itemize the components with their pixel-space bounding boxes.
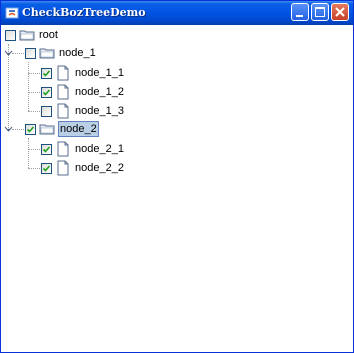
node-1-3-checkbox[interactable] [41, 105, 52, 117]
node-1-1-checkbox[interactable] [41, 67, 52, 79]
tree-node-node-2-1[interactable]: node_2_1 [41, 140, 125, 158]
folder-icon [19, 30, 35, 41]
maximize-icon [315, 7, 325, 17]
node-2-label: node_2 [58, 121, 99, 137]
tree-node-node-1-3[interactable]: node_1_3 [41, 102, 125, 120]
folder-icon [39, 124, 55, 135]
check-mark-icon [42, 69, 51, 77]
tree-line [28, 111, 40, 112]
file-icon [57, 84, 69, 100]
expand-handle-icon[interactable] [4, 49, 13, 58]
java-app-icon [5, 7, 19, 19]
node-2-1-label: node_2_1 [75, 143, 124, 155]
root-label: root [39, 29, 58, 41]
folder-icon [39, 48, 55, 59]
title-bar[interactable]: CheckBozTreeDemo [1, 1, 353, 25]
node-2-checkbox[interactable] [25, 123, 36, 135]
tree-line [12, 53, 24, 54]
tree-line [28, 73, 40, 74]
tree-node-root[interactable]: root [5, 26, 59, 44]
tree-node-node-1-2[interactable]: node_1_2 [41, 83, 125, 101]
node-1-2-label: node_1_2 [75, 86, 124, 98]
file-icon [57, 160, 69, 176]
close-button[interactable] [331, 3, 349, 21]
tree-line [28, 92, 40, 93]
check-mark-icon [26, 125, 35, 133]
file-icon [57, 103, 69, 119]
maximize-button[interactable] [311, 3, 329, 21]
app-window: CheckBozTreeDemo root node_1 node_1_1 no… [0, 0, 354, 353]
check-mark-icon [42, 145, 51, 153]
tree-line [28, 149, 40, 150]
check-mark-icon [42, 88, 51, 96]
window-title: CheckBozTreeDemo [22, 6, 146, 19]
tree-node-node-2-2[interactable]: node_2_2 [41, 159, 125, 177]
close-icon [335, 7, 345, 17]
node-1-1-label: node_1_1 [75, 67, 124, 79]
tree-node-node-1[interactable]: node_1 [25, 44, 97, 62]
tree-panel: root node_1 node_1_1 node_1_2 node_1_3 n… [4, 26, 350, 349]
root-checkbox[interactable] [5, 29, 16, 41]
check-mark-icon [42, 164, 51, 172]
file-icon [57, 141, 69, 157]
tree-node-node-2[interactable]: node_2 [25, 120, 99, 138]
node-1-2-checkbox[interactable] [41, 86, 52, 98]
tree-line [28, 138, 29, 168]
node-1-3-label: node_1_3 [75, 105, 124, 117]
tree-line [28, 62, 29, 111]
expand-handle-icon[interactable] [4, 125, 13, 134]
node-1-label: node_1 [59, 47, 96, 59]
node-1-checkbox[interactable] [25, 47, 36, 59]
minimize-button[interactable] [291, 3, 309, 21]
minimize-icon [296, 15, 303, 17]
tree-node-node-1-1[interactable]: node_1_1 [41, 64, 125, 82]
node-2-1-checkbox[interactable] [41, 143, 52, 155]
tree-line [12, 129, 24, 130]
file-icon [57, 65, 69, 81]
node-2-2-label: node_2_2 [75, 162, 124, 174]
tree-line [28, 168, 40, 169]
node-2-2-checkbox[interactable] [41, 162, 52, 174]
